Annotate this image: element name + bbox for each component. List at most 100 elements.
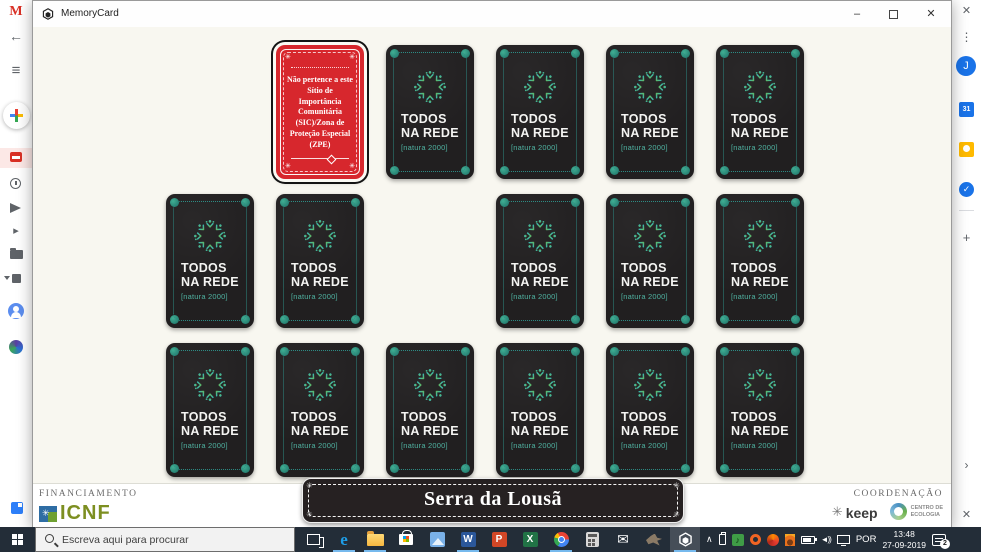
- bottom-app-icon[interactable]: [11, 502, 23, 514]
- inbox-icon: [10, 152, 22, 162]
- compose-button[interactable]: [3, 102, 30, 129]
- back-arrow-icon[interactable]: ←: [0, 28, 32, 44]
- menu-dots-icon[interactable]: ⋮: [952, 30, 981, 44]
- memory-card-back[interactable]: TODOS NA REDE [natura 2000]: [276, 343, 364, 477]
- tray-chevron-icon[interactable]: ∧: [706, 534, 713, 545]
- memory-card-back[interactable]: TODOS NA REDE [natura 2000]: [386, 343, 474, 477]
- memory-card-back[interactable]: TODOS NA REDE [natura 2000]: [606, 343, 694, 477]
- memory-card-back[interactable]: TODOS NA REDE [natura 2000]: [606, 194, 694, 328]
- card-corner-ornament-icon: ✳: [349, 54, 355, 61]
- natura-snowflake-icon: [518, 363, 562, 407]
- tab-close-icon[interactable]: ✕: [952, 4, 981, 17]
- card-title-line1: TODOS: [181, 411, 243, 425]
- close-button[interactable]: ✕: [913, 1, 949, 27]
- network-icon[interactable]: [837, 535, 850, 544]
- orange-o-tray-icon[interactable]: [750, 534, 761, 545]
- card-corner-ornament-icon: ✳: [349, 163, 355, 170]
- powerpoint-button[interactable]: P: [484, 527, 514, 552]
- memory-card-back[interactable]: TODOS NA REDE [natura 2000]: [496, 194, 584, 328]
- expand-chevron-icon[interactable]: ›: [952, 458, 981, 472]
- card-back-text: TODOS NA REDE [natura 2000]: [511, 113, 573, 152]
- keep-logo: ✳ keep: [832, 504, 878, 520]
- windows-taskbar: e W P X ✉ ∧ ♪ ◄)) POR 13:48 27-09-2019 2: [0, 527, 981, 552]
- card-subtitle: [natura 2000]: [291, 292, 353, 301]
- memory-card-back[interactable]: TODOS NA REDE [natura 2000]: [166, 194, 254, 328]
- memory-card-back[interactable]: TODOS NA REDE [natura 2000]: [716, 194, 804, 328]
- taskbar-clock[interactable]: 13:48 27-09-2019: [882, 529, 925, 550]
- memory-card-back[interactable]: TODOS NA REDE [natura 2000]: [496, 343, 584, 477]
- natura-snowflake-icon: [188, 363, 232, 407]
- language-indicator[interactable]: POR: [856, 534, 877, 545]
- hamburger-menu-icon[interactable]: ≡: [0, 62, 32, 79]
- battery-icon[interactable]: [801, 536, 815, 544]
- card-back-text: TODOS NA REDE [natura 2000]: [181, 262, 243, 301]
- microsoft-store-button[interactable]: [391, 527, 421, 552]
- card-subtitle: [natura 2000]: [621, 143, 683, 152]
- memory-card-back[interactable]: TODOS NA REDE [natura 2000]: [496, 45, 584, 179]
- card-title-line2: NA REDE: [731, 276, 793, 290]
- add-panel-icon[interactable]: +: [952, 230, 981, 245]
- card-back-text: TODOS NA REDE [natura 2000]: [621, 262, 683, 301]
- minimize-button[interactable]: –: [839, 1, 875, 27]
- file-explorer-button[interactable]: [360, 527, 390, 552]
- usb-tray-icon[interactable]: [719, 534, 726, 545]
- window-titlebar[interactable]: MemoryCard – ✕: [33, 1, 951, 27]
- card-title-line2: NA REDE: [291, 276, 353, 290]
- task-view-button[interactable]: [298, 527, 328, 552]
- level-banner: ✳ ✳ ✳ ✳ Serra da Lousã: [302, 478, 684, 523]
- label-icon[interactable]: [12, 274, 21, 283]
- chevron-icon[interactable]: ▸: [0, 224, 32, 237]
- tasks-icon[interactable]: ✓: [959, 182, 974, 197]
- eagle-app-button[interactable]: [639, 527, 669, 552]
- excel-button[interactable]: X: [515, 527, 545, 552]
- memory-card-back[interactable]: TODOS NA REDE [natura 2000]: [606, 45, 694, 179]
- memory-card-back[interactable]: TODOS NA REDE [natura 2000]: [276, 194, 364, 328]
- mail-button[interactable]: ✉: [608, 527, 638, 552]
- card-back-text: TODOS NA REDE [natura 2000]: [621, 113, 683, 152]
- card-subtitle: [natura 2000]: [621, 292, 683, 301]
- card-title-line1: TODOS: [181, 262, 243, 276]
- natura-snowflake-icon: [738, 214, 782, 258]
- financing-block: FINANCIAMENTO ICNF: [39, 489, 138, 525]
- edge-taskbar-button[interactable]: e: [329, 527, 359, 552]
- memory-card-back[interactable]: TODOS NA REDE [natura 2000]: [716, 343, 804, 477]
- card-corner-ornament-icon: ✳: [285, 54, 291, 61]
- edge-icon: e: [340, 530, 348, 550]
- speaker-icon[interactable]: ◄)): [821, 535, 831, 544]
- card-back-text: TODOS NA REDE [natura 2000]: [621, 411, 683, 450]
- maximize-button[interactable]: [875, 1, 911, 27]
- card-back-text: TODOS NA REDE [natura 2000]: [731, 411, 793, 450]
- account-avatar[interactable]: J: [956, 56, 976, 76]
- keep-icon[interactable]: [959, 142, 974, 157]
- chrome-button[interactable]: [546, 527, 576, 552]
- photos-button[interactable]: [422, 527, 452, 552]
- sent-icon[interactable]: [10, 203, 21, 213]
- memory-card-flipped[interactable]: ✳ ✳ ✳ ✳ Não pertence a este Sítio de Imp…: [276, 45, 364, 179]
- card-title-line2: NA REDE: [511, 425, 573, 439]
- gmail-logo-icon: M: [0, 4, 32, 20]
- taskbar-search[interactable]: [35, 527, 295, 552]
- contact-avatar-icon[interactable]: [8, 303, 24, 319]
- word-button[interactable]: W: [453, 527, 483, 552]
- start-button[interactable]: [0, 527, 34, 552]
- calendar-icon[interactable]: 31: [959, 102, 974, 117]
- music-tray-icon[interactable]: ♪: [732, 534, 744, 546]
- snoozed-clock-icon[interactable]: [10, 178, 21, 189]
- card-subtitle: [natura 2000]: [621, 441, 683, 450]
- antivirus-tray-icon[interactable]: [767, 534, 779, 546]
- action-center-button[interactable]: 2: [932, 534, 946, 546]
- memory-card-back[interactable]: TODOS NA REDE [natura 2000]: [716, 45, 804, 179]
- game-area: ✳ ✳ ✳ ✳ Não pertence a este Sítio de Imp…: [33, 27, 951, 527]
- panel-close-icon[interactable]: ✕: [952, 508, 981, 521]
- search-input[interactable]: [62, 528, 287, 551]
- memory-card-back[interactable]: TODOS NA REDE [natura 2000]: [166, 343, 254, 477]
- search-icon: [45, 534, 54, 543]
- folder-icon[interactable]: [10, 250, 23, 259]
- centro-ecologia-logo: CENTRO DE ECOLOGIA: [890, 503, 943, 520]
- inbox-selected-row[interactable]: [0, 148, 33, 168]
- unity-taskbar-button[interactable]: [670, 527, 700, 552]
- flame-tray-icon[interactable]: [785, 534, 795, 546]
- memory-card-back[interactable]: TODOS NA REDE [natura 2000]: [386, 45, 474, 179]
- hangouts-icon[interactable]: [9, 340, 23, 354]
- calculator-button[interactable]: [577, 527, 607, 552]
